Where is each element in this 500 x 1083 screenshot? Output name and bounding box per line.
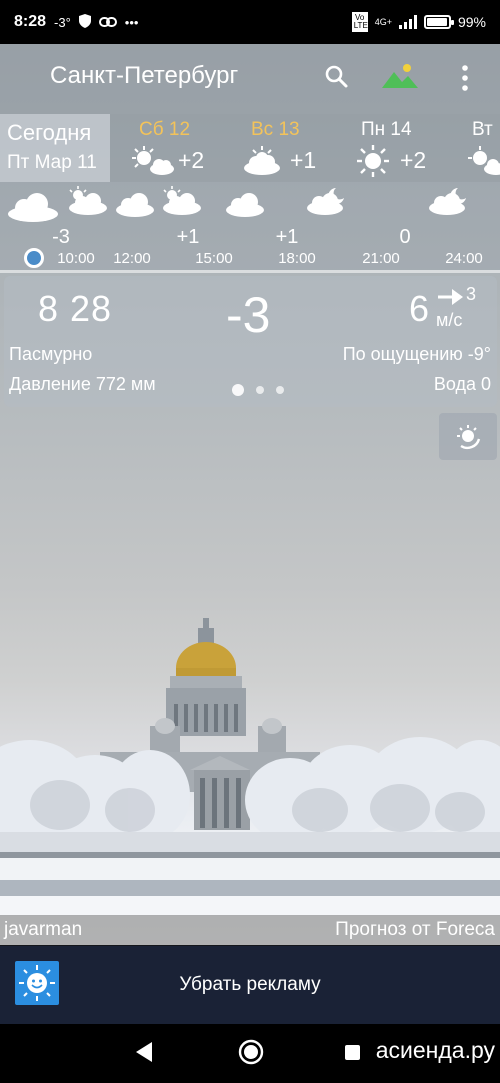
cloud-icon	[224, 190, 266, 223]
day-name: Вс 13	[251, 119, 300, 140]
wind-direction-arrow-icon	[436, 286, 464, 313]
status-bar: 8:28 -3° ••• Vo LTE 4G+ 99%	[0, 0, 500, 44]
shield-icon	[78, 13, 91, 31]
water-temp: Вода 0	[433, 374, 491, 394]
cloud-moon-icon	[306, 186, 348, 221]
cloud-sun-icon	[242, 144, 286, 181]
sun-icon	[356, 144, 390, 183]
cloud-icon	[6, 190, 60, 227]
sun-moon-info-button[interactable]	[439, 413, 497, 460]
day-tab-sat[interactable]: Сб 12 +2	[122, 114, 232, 182]
battery-icon	[423, 15, 454, 29]
cloud-icon	[114, 190, 156, 223]
app-header: Санкт-Петербург	[0, 44, 500, 114]
current-time-marker	[24, 248, 44, 268]
search-icon[interactable]	[322, 62, 352, 92]
status-time: 8:28	[14, 13, 47, 30]
city-name[interactable]: Санкт-Петербург	[50, 62, 238, 90]
feels-like: По ощущению -9°	[342, 344, 491, 364]
remove-ads-label[interactable]: Убрать рекламу	[0, 974, 500, 996]
day-tab-sun[interactable]: Вс 13 +1	[238, 114, 348, 182]
hour-label: 15:00	[195, 250, 233, 267]
cloud-sun-icon	[66, 186, 108, 221]
pressure: Давление 772 мм	[9, 374, 156, 394]
status-temp: -3°	[54, 14, 71, 30]
background-image-icon[interactable]	[380, 60, 420, 94]
credits-bar: javarman Прогноз от Foreca	[0, 915, 500, 946]
day-name: Сб 12	[139, 119, 191, 140]
hour-temp: 0	[399, 226, 411, 248]
day-temp: +1	[290, 147, 317, 173]
link-icon	[98, 15, 117, 30]
hourly-scroll-indicator	[0, 270, 500, 273]
system-nav-bar: асиенда.ру	[0, 1024, 500, 1083]
clock: 8 28	[38, 288, 113, 329]
hour-label: 10:00	[57, 250, 95, 267]
hour-label: 21:00	[362, 250, 400, 267]
home-icon[interactable]	[237, 1038, 265, 1071]
sun-cloud-icon	[462, 144, 500, 181]
wind-unit: м/с	[436, 310, 463, 330]
condition-text: Пасмурно	[9, 344, 93, 364]
cloud-sun-icon	[160, 186, 202, 221]
day-temp: +2	[178, 147, 205, 173]
current-temperature: -3	[226, 287, 271, 343]
hour-temp: -3	[52, 226, 70, 248]
hour-temp: +1	[176, 226, 200, 248]
forecast-source[interactable]: Прогноз от Foreca	[335, 919, 495, 941]
hour-temp: +1	[275, 226, 299, 248]
hour-label: 12:00	[113, 250, 151, 267]
day-tab-mon[interactable]: Пн 14 +2	[354, 114, 464, 182]
more-notifications-icon: •••	[124, 14, 139, 30]
remove-ads-banner[interactable]: Убрать рекламу	[0, 946, 500, 1024]
battery-percent: 99%	[457, 14, 486, 30]
today-date: Пт Мар 11	[7, 152, 97, 173]
wind-speed: 6	[409, 288, 430, 329]
recents-icon[interactable]	[345, 1045, 360, 1060]
today-label: Сегодня	[7, 120, 92, 145]
signal-icon	[398, 15, 417, 29]
day-name: Пн 14	[361, 119, 412, 140]
day-name: Вт	[472, 119, 493, 140]
hourly-forecast-strip[interactable]: -3 +1 +1 0 10:00 12:00 15:00 18:00 21:00…	[0, 182, 500, 270]
day-tab-today[interactable]: Сегодня Пт Мар 11	[0, 114, 110, 182]
day-tab-tue[interactable]: Вт	[458, 114, 500, 182]
current-conditions-card[interactable]: 8 28 -3 6 3 м/с Пасмурно По ощущению -9°…	[4, 276, 497, 407]
hour-label: 18:00	[278, 250, 316, 267]
photo-author[interactable]: javarman	[4, 919, 82, 941]
network-type: 4G+	[374, 17, 392, 27]
cloud-moon-icon	[428, 186, 470, 221]
more-menu-icon[interactable]	[454, 62, 476, 94]
volte-icon: Vo LTE	[351, 12, 368, 32]
daily-forecast-strip[interactable]: Сегодня Пт Мар 11 Сб 12 +2 Вс 13 +1 Пн 1…	[0, 114, 500, 182]
sun-cloud-icon	[126, 144, 176, 181]
watermark: асиенда.ру	[375, 1037, 495, 1063]
hour-label: 24:00	[445, 250, 483, 267]
back-icon[interactable]	[133, 1039, 155, 1070]
day-temp: +2	[400, 147, 427, 173]
wind-gust: 3	[466, 284, 477, 304]
page-indicator	[232, 384, 284, 396]
